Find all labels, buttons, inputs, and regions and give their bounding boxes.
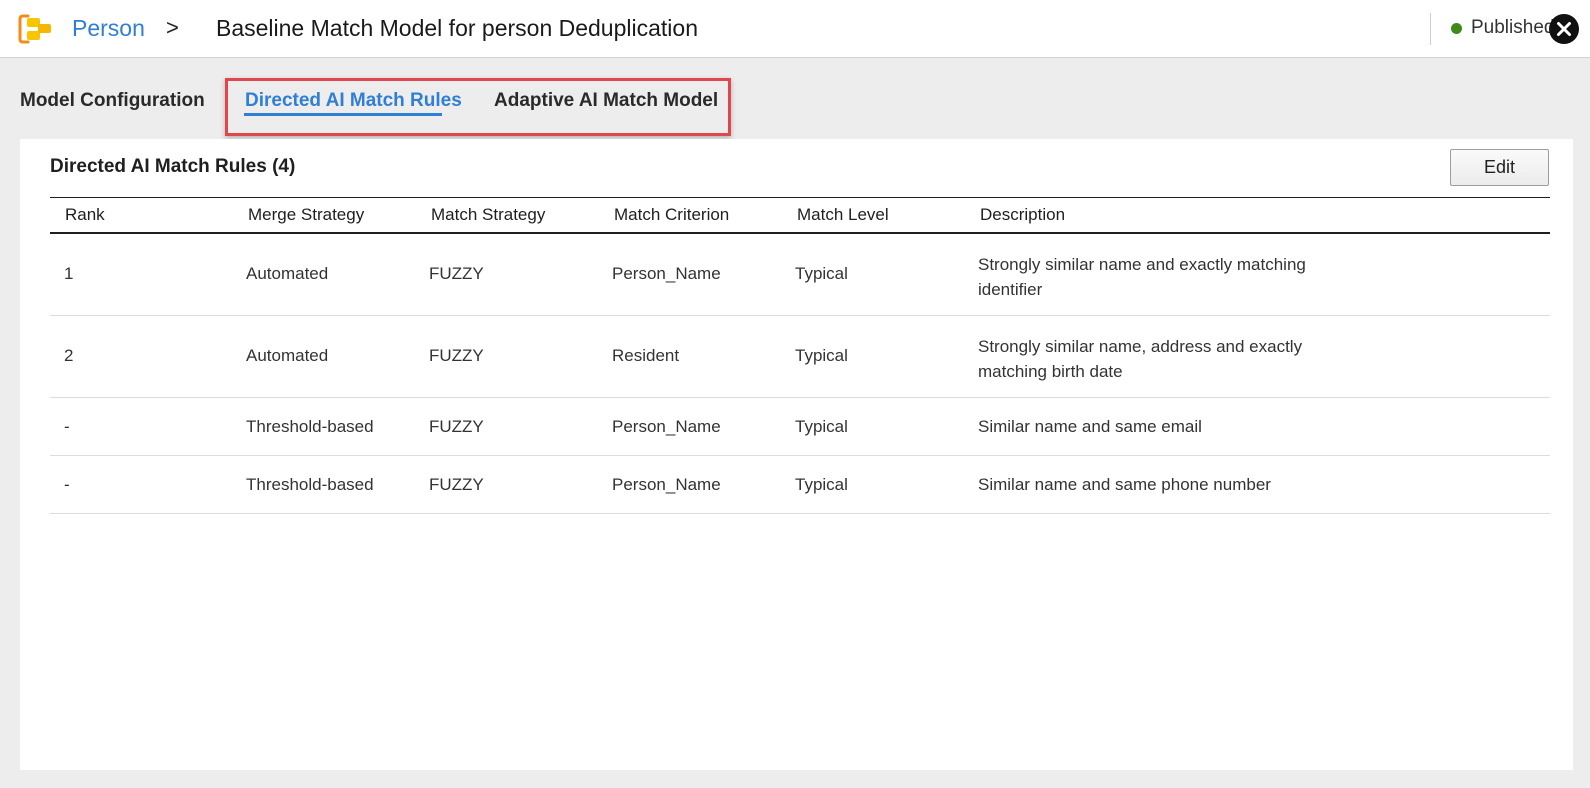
cell-description: Strongly similar name and exactly matchi… xyxy=(978,255,1306,299)
cell-match-criterion: Person_Name xyxy=(612,475,721,494)
cell-description: Similar name and same email xyxy=(978,417,1202,436)
cell-match-criterion: Person_Name xyxy=(612,417,721,436)
tab-directed-ai-match-rules[interactable]: Directed AI Match Rules xyxy=(245,90,462,112)
active-tab-underline xyxy=(244,113,442,116)
cell-merge-strategy: Automated xyxy=(246,346,329,365)
cell-match-level: Typical xyxy=(795,417,848,436)
column-header-rank: Rank xyxy=(65,205,105,224)
cell-merge-strategy: Threshold-based xyxy=(246,475,374,494)
column-header-description: Description xyxy=(980,205,1066,224)
panel-title: Directed AI Match Rules (4) xyxy=(50,156,296,177)
cell-match-criterion: Person_Name xyxy=(612,264,721,283)
tab-model-configuration[interactable]: Model Configuration xyxy=(20,90,205,112)
column-header-merge-strategy: Merge Strategy xyxy=(248,205,365,224)
tab-adaptive-ai-match-model[interactable]: Adaptive AI Match Model xyxy=(494,90,718,112)
table-row: - Threshold-based FUZZY Person_Name Typi… xyxy=(50,456,1550,514)
page-title: Baseline Match Model for person Deduplic… xyxy=(216,15,698,41)
header-divider xyxy=(1430,13,1431,45)
cell-match-level: Typical xyxy=(795,264,848,283)
status-dot-icon xyxy=(1451,22,1462,34)
cell-rank: - xyxy=(64,475,70,494)
table-row: 1 Automated FUZZY Person_Name Typical St… xyxy=(50,234,1550,316)
cell-rank: 1 xyxy=(64,264,74,283)
cell-rank: - xyxy=(64,417,70,436)
cell-merge-strategy: Threshold-based xyxy=(246,417,374,436)
column-header-match-strategy: Match Strategy xyxy=(431,205,546,224)
close-button[interactable] xyxy=(1549,14,1579,44)
cell-description: Similar name and same phone number xyxy=(978,475,1271,494)
column-header-match-criterion: Match Criterion xyxy=(614,205,730,224)
cell-match-strategy: FUZZY xyxy=(429,264,484,283)
cell-match-level: Typical xyxy=(795,346,848,365)
table-row: - Threshold-based FUZZY Person_Name Typi… xyxy=(50,398,1550,456)
table-row: 2 Automated FUZZY Resident Typical Stron… xyxy=(50,316,1550,398)
cell-description: Strongly similar name, address and exact… xyxy=(978,337,1303,381)
app-header: Person > Baseline Match Model for person… xyxy=(0,0,1590,58)
cell-match-criterion: Resident xyxy=(612,346,680,365)
table-header-row: Rank Merge Strategy Match Strategy Match… xyxy=(50,197,1550,234)
cell-merge-strategy: Automated xyxy=(246,264,329,283)
close-icon xyxy=(1557,22,1571,36)
status-badge: Published xyxy=(1451,17,1554,39)
cell-match-strategy: FUZZY xyxy=(429,417,484,436)
cell-rank: 2 xyxy=(64,346,74,365)
cell-match-strategy: FUZZY xyxy=(429,346,484,365)
cell-match-strategy: FUZZY xyxy=(429,475,484,494)
rules-panel: Directed AI Match Rules (4) Edit Rank Me… xyxy=(20,139,1573,770)
rules-table: Rank Merge Strategy Match Strategy Match… xyxy=(50,197,1550,514)
breadcrumb-person-link[interactable]: Person xyxy=(72,15,145,42)
entity-logo-icon xyxy=(18,14,51,44)
cell-match-level: Typical xyxy=(795,475,848,494)
edit-button[interactable]: Edit xyxy=(1450,149,1549,186)
column-header-match-level: Match Level xyxy=(797,205,889,224)
status-label: Published xyxy=(1471,17,1555,38)
breadcrumb-separator: > xyxy=(166,15,179,40)
